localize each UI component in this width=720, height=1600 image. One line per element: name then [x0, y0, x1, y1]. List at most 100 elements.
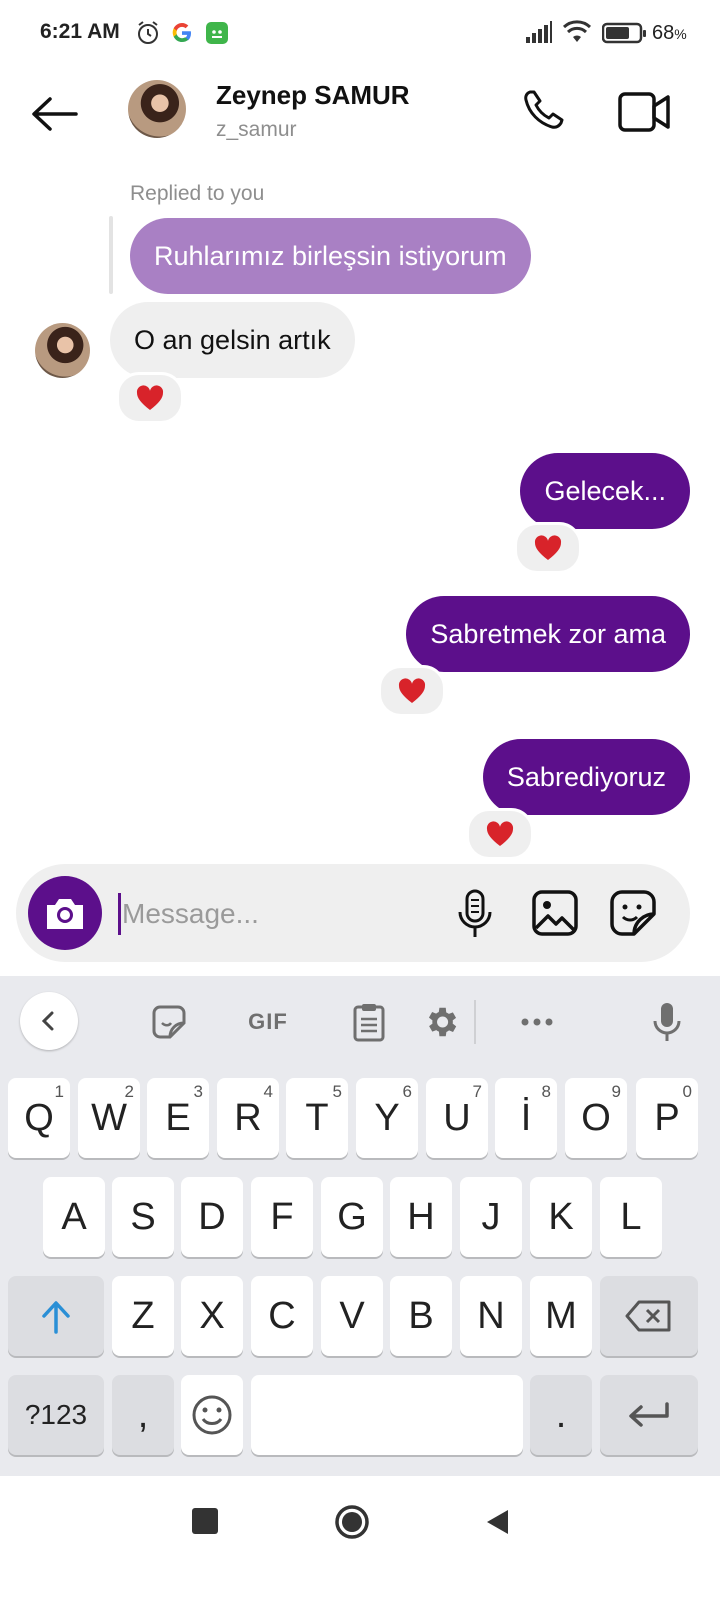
key-u[interactable]: U7 — [426, 1078, 488, 1158]
video-call-button[interactable] — [614, 84, 674, 140]
sticker-icon — [610, 890, 656, 936]
voice-call-button[interactable] — [518, 84, 574, 140]
key-e[interactable]: E3 — [147, 1078, 209, 1158]
sender-avatar[interactable] — [35, 323, 90, 378]
wifi-icon — [562, 20, 592, 42]
settings-icon — [428, 1007, 457, 1037]
gallery-icon — [532, 890, 578, 936]
enter-arrow-icon — [629, 1402, 669, 1427]
nav-back-triangle-icon — [487, 1510, 508, 1534]
shift-arrow-icon — [42, 1301, 70, 1334]
key-v[interactable]: V — [321, 1276, 383, 1356]
clipboard-icon — [353, 1004, 385, 1042]
keyboard-more-button[interactable] — [514, 996, 560, 1048]
key-g[interactable]: G — [321, 1177, 383, 1257]
key-y[interactable]: Y6 — [356, 1078, 418, 1158]
nav-back-button[interactable] — [484, 1508, 512, 1536]
recent-apps-button[interactable] — [192, 1508, 218, 1534]
gallery-button[interactable] — [530, 888, 580, 938]
keyboard-sticker-button[interactable] — [146, 996, 192, 1048]
keyboard-settings-button[interactable] — [418, 996, 464, 1048]
status-bar: 6:21 AM 68% — [0, 0, 720, 68]
video-camera-icon — [618, 92, 670, 132]
spacebar[interactable] — [251, 1375, 523, 1455]
key-l[interactable]: L — [600, 1177, 662, 1257]
clipboard-button[interactable] — [346, 996, 392, 1048]
emoji-icon — [192, 1395, 232, 1435]
heart-icon — [136, 385, 164, 410]
key-o[interactable]: O9 — [565, 1078, 627, 1158]
home-button[interactable] — [334, 1504, 370, 1540]
key-x[interactable]: X — [181, 1276, 243, 1356]
replied-label: Replied to you — [130, 182, 265, 205]
outgoing-message-bubble[interactable]: Sabretmek zor ama — [406, 596, 690, 672]
key-p[interactable]: P0 — [636, 1078, 698, 1158]
key-i-dotted[interactable]: İ8 — [495, 1078, 557, 1158]
outgoing-message-bubble[interactable]: Gelecek... — [520, 453, 690, 529]
comma-key[interactable]: , — [112, 1375, 174, 1455]
camera-button[interactable] — [28, 876, 102, 950]
replied-message-bubble[interactable]: Ruhlarımız birleşsin istiyorum — [130, 218, 531, 294]
key-z[interactable]: Z — [112, 1276, 174, 1356]
period-key[interactable]: . — [530, 1375, 592, 1455]
key-b[interactable]: B — [390, 1276, 452, 1356]
symbols-key[interactable]: ?123 — [8, 1375, 104, 1455]
google-icon — [172, 23, 191, 42]
key-c[interactable]: C — [251, 1276, 313, 1356]
heart-reaction[interactable] — [466, 808, 534, 860]
key-d[interactable]: D — [181, 1177, 243, 1257]
key-s[interactable]: S — [112, 1177, 174, 1257]
backspace-key[interactable] — [600, 1276, 698, 1356]
keyboard-collapse-button[interactable] — [20, 992, 78, 1050]
heart-reaction[interactable] — [378, 665, 446, 717]
message-input[interactable] — [122, 893, 432, 935]
contact-username[interactable]: z_samur — [216, 118, 297, 142]
camera-icon — [47, 899, 83, 929]
home-circle-icon — [335, 1505, 369, 1539]
key-t[interactable]: T5 — [286, 1078, 348, 1158]
contact-name[interactable]: Zeynep SAMUR — [216, 80, 410, 111]
battery-icon — [602, 22, 646, 44]
keyboard-voice-button[interactable] — [644, 996, 690, 1048]
key-j[interactable]: J — [460, 1177, 522, 1257]
alarm-icon — [138, 21, 158, 44]
microphone-icon — [458, 889, 492, 937]
back-arrow-icon — [32, 97, 78, 131]
key-q[interactable]: Q1 — [8, 1078, 70, 1158]
emoji-key[interactable] — [181, 1375, 243, 1455]
toolbar-divider — [474, 1000, 476, 1044]
key-w[interactable]: W2 — [78, 1078, 140, 1158]
more-icon — [521, 1018, 553, 1026]
incoming-message-bubble[interactable]: O an gelsin artık — [110, 302, 355, 378]
gif-button[interactable]: GIF — [240, 996, 296, 1048]
sticker-icon — [152, 1005, 186, 1039]
heart-icon — [534, 535, 562, 560]
chevron-left-icon — [41, 1011, 54, 1031]
heart-reaction[interactable] — [116, 372, 184, 424]
key-a[interactable]: A — [43, 1177, 105, 1257]
text-cursor — [118, 893, 121, 935]
key-m[interactable]: M — [530, 1276, 592, 1356]
app-notification-icon — [206, 22, 228, 44]
enter-key[interactable] — [600, 1375, 698, 1455]
key-f[interactable]: F — [251, 1177, 313, 1257]
back-button[interactable] — [26, 86, 82, 142]
status-time: 6:21 AM — [40, 20, 120, 43]
voice-input-icon — [653, 1003, 681, 1041]
key-n[interactable]: N — [460, 1276, 522, 1356]
voice-message-button[interactable] — [452, 888, 498, 940]
sticker-button[interactable] — [608, 888, 658, 938]
key-r[interactable]: R4 — [217, 1078, 279, 1158]
outgoing-message-bubble[interactable]: Sabrediyoruz — [482, 739, 690, 815]
reply-indicator-bar — [109, 216, 113, 294]
signal-icon — [526, 21, 552, 43]
contact-avatar[interactable] — [128, 80, 186, 138]
key-h[interactable]: H — [390, 1177, 452, 1257]
battery-percent: 68% — [652, 22, 687, 44]
phone-icon — [524, 90, 564, 129]
shift-key[interactable] — [8, 1276, 104, 1356]
backspace-icon — [625, 1300, 671, 1332]
heart-reaction[interactable] — [514, 522, 582, 574]
key-k[interactable]: K — [530, 1177, 592, 1257]
heart-icon — [486, 821, 514, 846]
